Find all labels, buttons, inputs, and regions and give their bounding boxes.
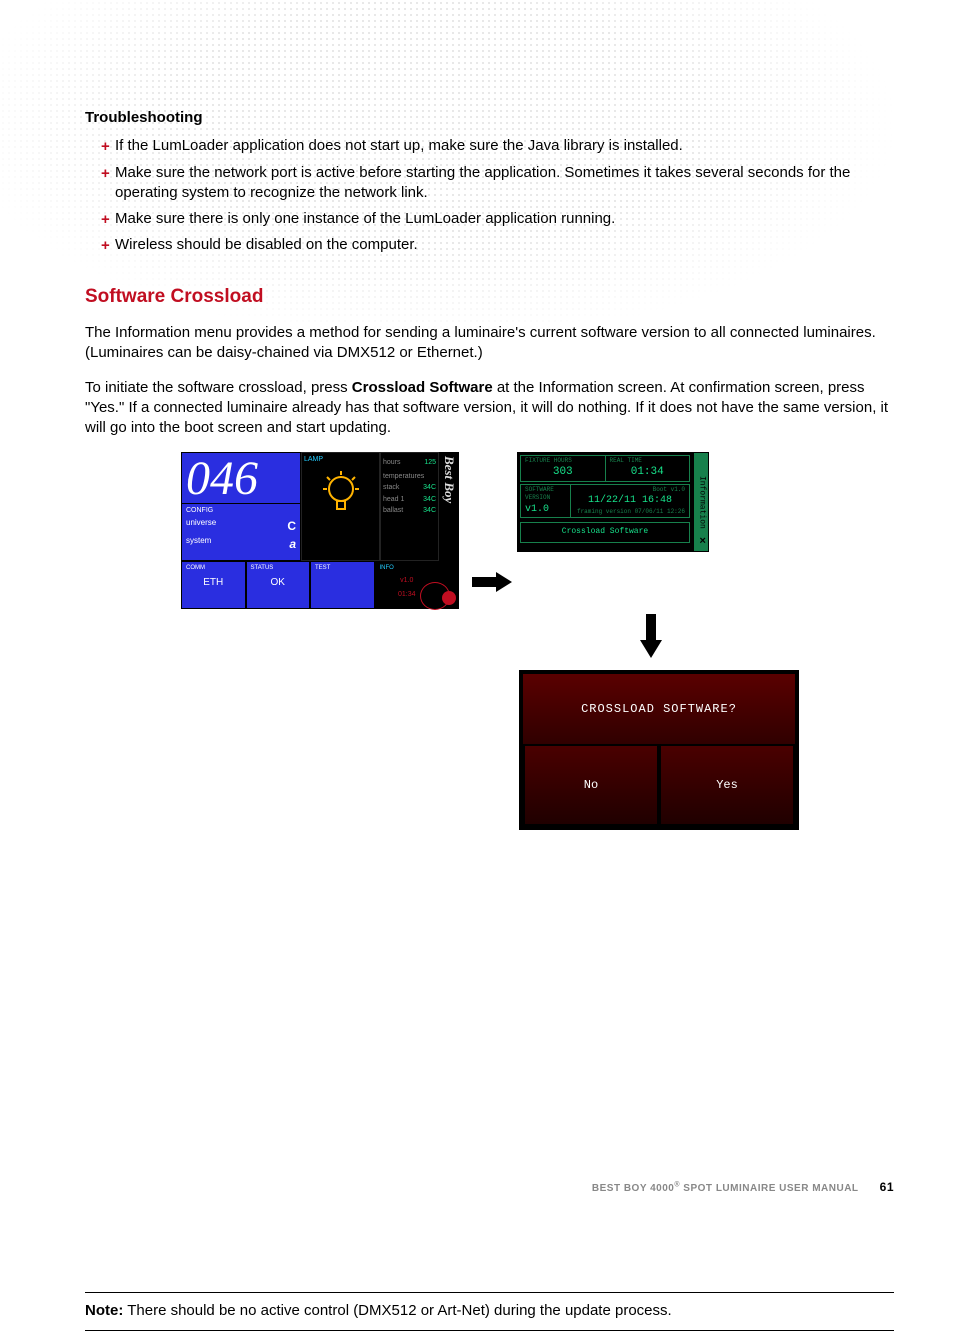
fixture-hours-value: 303 (525, 465, 601, 480)
list-item: Make sure there is only one instance of … (115, 209, 894, 229)
config-label: CONFIG (186, 506, 296, 515)
no-button[interactable]: No (523, 744, 659, 826)
page-number: 61 (880, 1180, 894, 1194)
footer-title-b: SPOT LUMINAIRE USER MANUAL (680, 1183, 858, 1194)
body-paragraph: To initiate the software crossload, pres… (85, 378, 894, 439)
boot-label: Boot v1.0 (575, 486, 685, 494)
list-item: If the LumLoader application does not st… (115, 136, 894, 156)
page-footer: BEST BOY 4000® SPOT LUMINAIRE USER MANUA… (0, 1179, 954, 1196)
stack-value: 34C (423, 483, 436, 492)
comm-cell[interactable]: COMM ETH (181, 561, 246, 609)
body-paragraph: The Information menu provides a method f… (85, 323, 894, 364)
ballast-value: 34C (423, 506, 436, 515)
system-value: a (289, 536, 296, 552)
text: To initiate the software crossload, pres… (85, 379, 352, 396)
build-date-value: 11/22/11 16:48 (575, 494, 685, 508)
dialog-title: CROSSLOAD SOFTWARE? (523, 674, 795, 744)
ballast-label: ballast (383, 506, 403, 515)
list-item: Make sure the network port is active bef… (115, 163, 894, 204)
confirmation-dialog: CROSSLOAD SOFTWARE? No Yes (519, 670, 799, 830)
hours-label: hours (383, 458, 401, 467)
system-label: system (186, 536, 211, 552)
footer-title-a: BEST BOY 4000 (592, 1183, 674, 1194)
inline-bold: Crossload Software (352, 379, 493, 396)
status-cell[interactable]: STATUS OK (246, 561, 311, 609)
software-version-value: v1.0 (525, 503, 566, 517)
crossload-software-button[interactable]: Crossload Software (520, 522, 690, 543)
universe-label: universe (186, 518, 216, 534)
temperatures-label: temperatures (383, 472, 436, 481)
universe-value: C (287, 518, 296, 534)
real-time-label: REAL TIME (610, 457, 686, 465)
troubleshooting-heading: Troubleshooting (85, 108, 894, 128)
troubleshooting-list: If the LumLoader application does not st… (85, 136, 894, 255)
head-value: 34C (423, 495, 436, 504)
information-tab-label: Information (696, 476, 707, 529)
information-screen: FIXTURE HOURS303 REAL TIME01:34 SOFTWARE… (517, 452, 709, 552)
software-version-label: SOFTWARE VERSION (525, 486, 566, 502)
brand-text: Best Boy (440, 456, 458, 503)
note-label: Note: (85, 1302, 123, 1319)
luminaire-main-screen: 046 CONFIG universe C system a LAMP (181, 452, 459, 609)
test-label: TEST (315, 564, 370, 572)
lightbulb-icon (321, 471, 361, 521)
arrow-right-icon (472, 572, 512, 592)
status-value: OK (271, 576, 285, 590)
note-text: There should be no active control (DMX51… (123, 1302, 671, 1319)
comm-value: ETH (203, 576, 223, 590)
test-cell[interactable]: TEST (310, 561, 375, 609)
real-time-value: 01:34 (610, 465, 686, 480)
lamp-label: LAMP (304, 455, 323, 464)
divider (85, 1330, 894, 1331)
dmx-address: 046 (182, 453, 300, 503)
close-icon[interactable]: × (699, 535, 706, 550)
info-time: 01:34 (398, 590, 416, 599)
info-version: v1.0 (400, 576, 413, 585)
framing-version: framing version 07/06/11 12:26 (575, 508, 685, 516)
section-heading: Software Crossload (85, 284, 894, 310)
stack-label: stack (383, 483, 399, 492)
list-item: Wireless should be disabled on the compu… (115, 235, 894, 255)
information-tab[interactable]: Information × (694, 453, 708, 551)
status-label: STATUS (251, 564, 306, 572)
info-label: INFO (380, 564, 435, 572)
head-label: head 1 (383, 495, 404, 504)
yes-button[interactable]: Yes (659, 744, 795, 826)
arrow-down-icon (640, 614, 662, 658)
hours-value: 125 (424, 458, 436, 467)
comm-label: COMM (186, 564, 241, 572)
note-block: Note: There should be no active control … (85, 1293, 894, 1329)
fixture-hours-label: FIXTURE HOURS (525, 457, 601, 465)
